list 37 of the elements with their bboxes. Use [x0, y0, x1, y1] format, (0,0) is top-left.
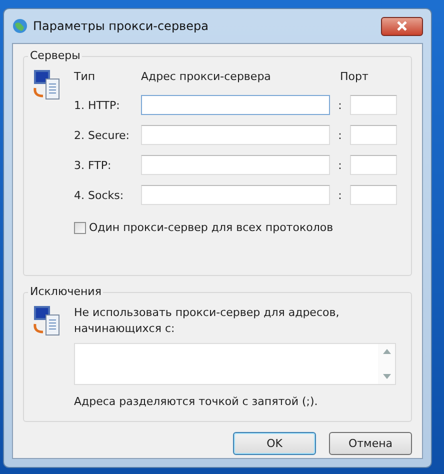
column-header: Порт: [340, 70, 368, 82]
globe-icon: [12, 18, 28, 34]
port-field[interactable]: [350, 125, 397, 145]
address-field[interactable]: [141, 155, 330, 175]
address-field[interactable]: [141, 95, 330, 115]
group-legend: Серверы: [28, 49, 82, 62]
scroll-up-icon[interactable]: [382, 349, 390, 354]
protocol-label: 3. FTP:: [74, 158, 112, 172]
group-legend: Исключения: [28, 285, 104, 298]
checkbox[interactable]: [74, 222, 86, 234]
scroll-down-icon[interactable]: [382, 374, 390, 379]
exceptions-description: Не использовать прокси-сервер для адресов, начинающихся с:: [74, 305, 340, 337]
close-icon[interactable]: [396, 21, 408, 31]
column-header: Адрес прокси-сервера: [141, 70, 272, 82]
protocol-label: 1. HTTP:: [74, 98, 121, 112]
protocol-label: 4. Socks:: [74, 188, 125, 202]
colon-separator: :: [337, 188, 343, 202]
checkbox-label: Один прокси-сервер для всех протоколов: [89, 221, 334, 234]
protocol-label: 2. Secure:: [74, 128, 131, 142]
exceptions-field[interactable]: [74, 343, 396, 385]
close-button[interactable]: [381, 16, 423, 36]
colon-separator: :: [337, 98, 343, 112]
ok-button[interactable]: OK: [233, 432, 316, 455]
colon-separator: :: [337, 128, 343, 142]
cancel-button[interactable]: Отмена: [329, 432, 412, 455]
column-header: Тип: [74, 70, 96, 82]
computer-icon: [32, 305, 62, 337]
port-field[interactable]: [350, 95, 397, 115]
address-field[interactable]: [141, 125, 330, 145]
address-field[interactable]: [141, 185, 330, 205]
colon-separator: :: [337, 158, 343, 172]
exceptions-note: Адреса разделяются точкой с запятой (;).: [74, 395, 319, 408]
computer-icon: [32, 69, 62, 101]
port-field[interactable]: [350, 155, 397, 175]
scrollbar[interactable]: [378, 344, 395, 384]
port-field[interactable]: [350, 185, 397, 205]
window-title: Параметры прокси-сервера: [33, 19, 208, 33]
